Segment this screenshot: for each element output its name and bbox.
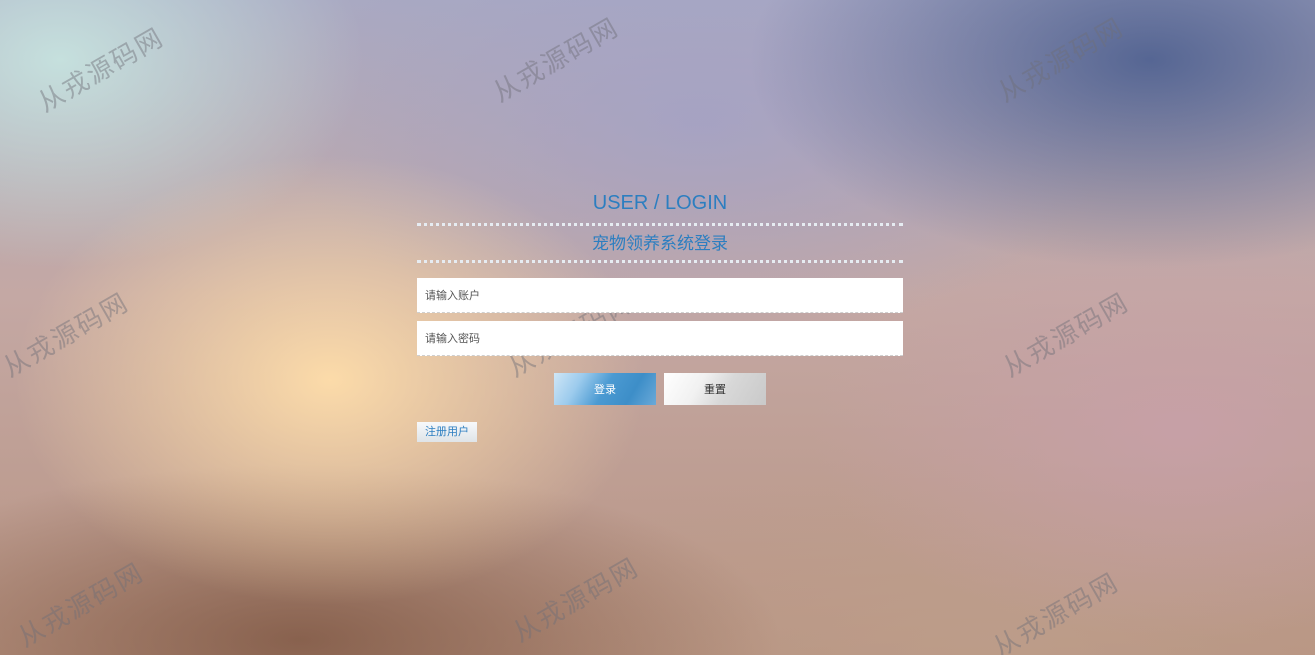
- login-button[interactable]: 登录: [554, 373, 656, 405]
- login-panel: USER / LOGIN 宠物领养系统登录 登录 重置 注册用户: [417, 188, 903, 442]
- dotted-divider: [417, 260, 903, 263]
- reset-button[interactable]: 重置: [664, 373, 766, 405]
- watermark: 从戎源码网: [988, 567, 1125, 655]
- button-row: 登录 重置: [417, 373, 903, 405]
- login-title-en: USER / LOGIN: [592, 192, 728, 214]
- register-link[interactable]: 注册用户: [417, 422, 477, 442]
- dotted-divider: [417, 223, 903, 226]
- watermark: 从戎源码网: [998, 287, 1135, 384]
- watermark: 从戎源码网: [13, 557, 150, 654]
- watermark: 从戎源码网: [488, 12, 625, 109]
- watermark: 从戎源码网: [508, 552, 645, 649]
- login-title-cn: 宠物领养系统登录: [592, 234, 728, 254]
- watermark: 从戎源码网: [33, 22, 170, 119]
- watermark: 从戎源码网: [993, 12, 1130, 109]
- password-input[interactable]: [417, 321, 903, 356]
- username-input[interactable]: [417, 278, 903, 313]
- watermark: 从戎源码网: [0, 287, 135, 384]
